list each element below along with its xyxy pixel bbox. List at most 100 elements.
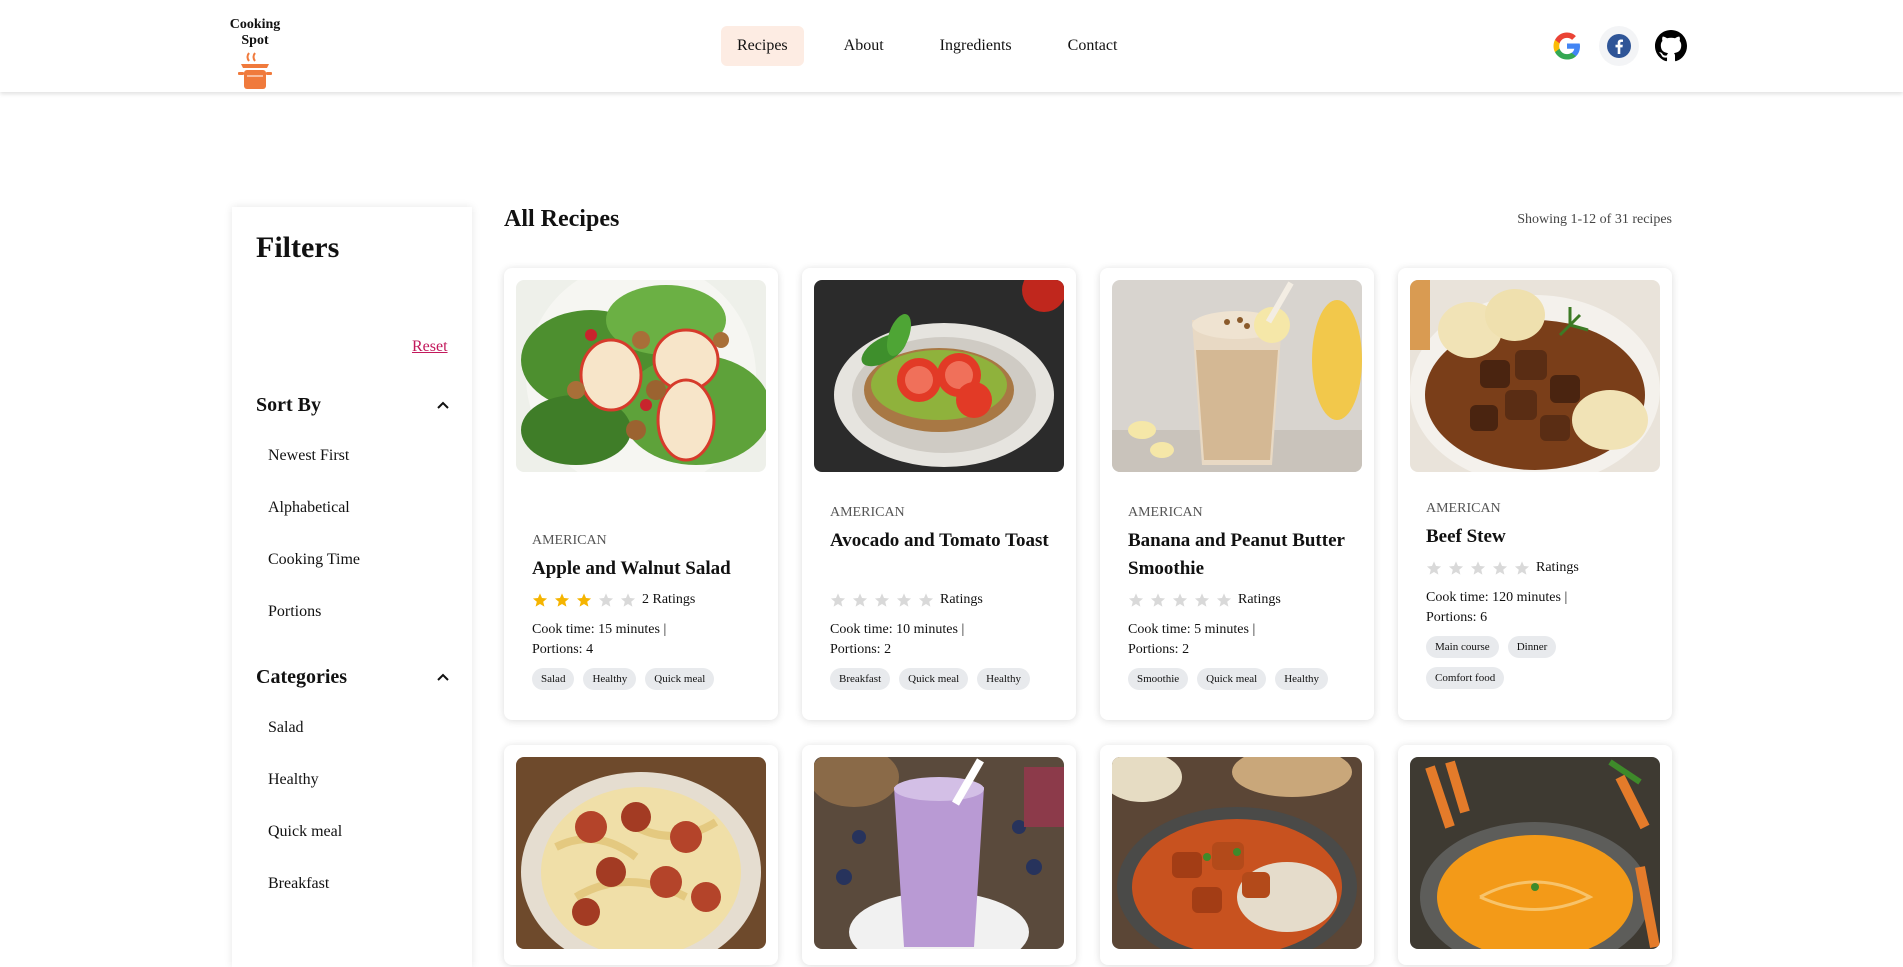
tag[interactable]: Quick meal — [899, 668, 969, 690]
tag-list: Main course Dinner Comfort food — [1426, 636, 1651, 698]
star-empty-icon[interactable] — [1492, 560, 1508, 576]
recipe-card[interactable]: AMERICAN Avocado and Tomato Toast Rating… — [802, 268, 1076, 720]
star-empty-icon[interactable] — [1470, 560, 1486, 576]
page-title: All Recipes — [504, 206, 620, 232]
nav-contact[interactable]: Contact — [1052, 26, 1134, 66]
tag[interactable]: Quick meal — [645, 668, 715, 690]
social-login-group — [1547, 26, 1691, 66]
star-filled-icon[interactable] — [554, 592, 570, 608]
facebook-button[interactable] — [1599, 26, 1639, 66]
tag[interactable]: Quick meal — [1197, 668, 1267, 690]
sort-by-header[interactable]: Sort By — [256, 394, 451, 417]
recipe-title[interactable]: Banana and Peanut Butter Smoothie — [1128, 527, 1353, 583]
recipe-image — [814, 757, 1064, 949]
logo-text: Cooking Spot — [229, 17, 281, 48]
star-filled-icon[interactable] — [532, 592, 548, 608]
nav-recipes[interactable]: Recipes — [721, 26, 804, 66]
tag[interactable]: Healthy — [977, 668, 1030, 690]
reset-link[interactable]: Reset — [412, 338, 448, 356]
ratings-count: Ratings — [1238, 592, 1281, 607]
recipe-card[interactable] — [504, 745, 778, 965]
category-option-breakfast[interactable]: Breakfast — [268, 875, 329, 893]
tag[interactable]: Dinner — [1507, 636, 1557, 658]
cook-time: Cook time: 10 minutes | — [830, 622, 965, 637]
filters-sidebar: Filters Reset Sort By Newest First Alpha… — [232, 207, 472, 967]
results-count: Showing 1-12 of 31 recipes — [1517, 212, 1672, 227]
recipe-card[interactable]: AMERICAN Apple and Walnut Salad 2 Rating… — [504, 268, 778, 720]
star-empty-icon[interactable] — [1448, 560, 1464, 576]
tag[interactable]: Healthy — [583, 668, 637, 690]
recipe-image — [516, 757, 766, 949]
star-empty-icon[interactable] — [1128, 592, 1144, 608]
star-empty-icon[interactable] — [852, 592, 868, 608]
category-option-salad[interactable]: Salad — [268, 719, 304, 737]
cooking-pot-icon — [238, 52, 272, 89]
ratings-count: 2 Ratings — [642, 592, 696, 607]
recipe-meta: Cook time: 5 minutes | Portions: 2 — [1128, 620, 1358, 660]
star-empty-icon[interactable] — [1514, 560, 1530, 576]
recipe-cuisine: AMERICAN — [1128, 505, 1203, 520]
tag[interactable]: Breakfast — [830, 668, 891, 690]
star-empty-icon[interactable] — [598, 592, 614, 608]
tag-list: Smoothie Quick meal Healthy — [1128, 668, 1353, 699]
sort-option-cooking-time[interactable]: Cooking Time — [268, 551, 360, 569]
chevron-up-icon[interactable] — [435, 670, 451, 686]
filters-title: Filters — [256, 231, 340, 264]
recipe-card[interactable] — [1398, 745, 1672, 965]
tag[interactable]: Comfort food — [1426, 667, 1505, 689]
star-empty-icon[interactable] — [1172, 592, 1188, 608]
star-empty-icon[interactable] — [874, 592, 890, 608]
recipe-meta: Cook time: 120 minutes | Portions: 6 — [1426, 588, 1656, 628]
star-empty-icon[interactable] — [830, 592, 846, 608]
recipe-card[interactable] — [1100, 745, 1374, 965]
categories-title: Categories — [256, 666, 348, 688]
recipe-meta: Cook time: 10 minutes | Portions: 2 — [830, 620, 1060, 660]
tag[interactable]: Main course — [1426, 636, 1499, 658]
github-button[interactable] — [1651, 26, 1691, 66]
sort-option-portions[interactable]: Portions — [268, 603, 321, 621]
sort-by-title: Sort By — [256, 394, 321, 416]
star-empty-icon[interactable] — [620, 592, 636, 608]
recipe-image — [516, 280, 766, 472]
star-empty-icon[interactable] — [1426, 560, 1442, 576]
tag-list: Breakfast Quick meal Healthy — [830, 668, 1055, 699]
chevron-up-icon[interactable] — [435, 398, 451, 414]
recipe-card[interactable]: AMERICAN Beef Stew Ratings Cook time: 12… — [1398, 268, 1672, 720]
star-empty-icon[interactable] — [1194, 592, 1210, 608]
cook-time: Cook time: 5 minutes | — [1128, 622, 1256, 637]
sort-option-newest[interactable]: Newest First — [268, 447, 349, 465]
category-option-quick-meal[interactable]: Quick meal — [268, 823, 342, 841]
star-empty-icon[interactable] — [918, 592, 934, 608]
star-empty-icon[interactable] — [1216, 592, 1232, 608]
tag-list: Salad Healthy Quick meal — [532, 668, 757, 699]
recipe-title[interactable]: Beef Stew — [1426, 523, 1651, 551]
google-button[interactable] — [1547, 26, 1587, 66]
star-empty-icon[interactable] — [896, 592, 912, 608]
tag[interactable]: Healthy — [1275, 668, 1329, 690]
logo[interactable]: Cooking Spot — [215, 17, 295, 91]
category-option-healthy[interactable]: Healthy — [268, 771, 319, 789]
tag[interactable]: Salad — [532, 668, 575, 690]
rating-row: 2 Ratings — [532, 592, 695, 608]
github-icon — [1655, 30, 1687, 62]
tag[interactable]: Smoothie — [1128, 668, 1189, 690]
categories-header[interactable]: Categories — [256, 666, 451, 689]
star-filled-icon[interactable] — [576, 592, 592, 608]
star-empty-icon[interactable] — [1150, 592, 1166, 608]
nav-about[interactable]: About — [828, 26, 900, 66]
portions: Portions: 2 — [1128, 642, 1190, 657]
recipe-card[interactable] — [802, 745, 1076, 965]
portions: Portions: 6 — [1426, 610, 1488, 625]
rating-row: Ratings — [830, 592, 983, 608]
recipe-image — [1112, 280, 1362, 472]
recipe-card[interactable]: AMERICAN Banana and Peanut Butter Smooth… — [1100, 268, 1374, 720]
recipe-title[interactable]: Avocado and Tomato Toast — [830, 527, 1055, 555]
google-icon — [1553, 32, 1580, 60]
nav-ingredients[interactable]: Ingredients — [924, 26, 1028, 66]
recipe-title[interactable]: Apple and Walnut Salad — [532, 555, 757, 583]
portions: Portions: 4 — [532, 642, 594, 657]
sort-option-alphabetical[interactable]: Alphabetical — [268, 499, 350, 517]
recipe-image — [1410, 757, 1660, 949]
rating-row: Ratings — [1426, 560, 1579, 576]
recipe-cuisine: AMERICAN — [532, 533, 607, 548]
